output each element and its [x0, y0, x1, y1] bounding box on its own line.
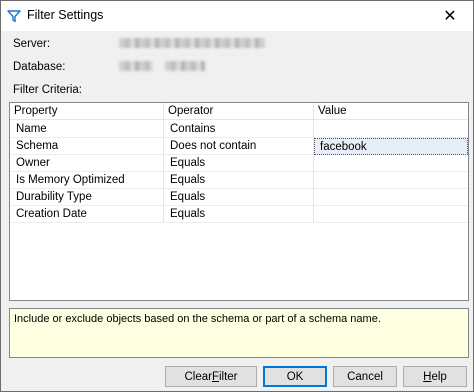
property-cell: Owner — [10, 155, 164, 172]
operator-cell[interactable]: Contains — [164, 121, 314, 138]
cancel-button[interactable]: Cancel — [333, 366, 397, 387]
column-header-value[interactable]: Value — [314, 103, 468, 120]
clear-filter-label-mnemonic: F — [211, 370, 219, 383]
value-cell[interactable] — [314, 155, 468, 172]
server-label: Server: — [13, 38, 51, 50]
help-button[interactable]: Help — [403, 366, 467, 387]
property-cell: Creation Date — [10, 206, 164, 223]
ok-label: OK — [286, 370, 304, 383]
value-cell-selected[interactable]: facebook — [314, 138, 468, 155]
value-cell[interactable] — [314, 172, 468, 189]
cancel-label: Cancel — [347, 370, 383, 383]
column-header-property[interactable]: Property — [10, 103, 164, 120]
property-cell: Name — [10, 121, 164, 138]
dialog-title: Filter Settings — [27, 8, 104, 22]
description-panel: Include or exclude objects based on the … — [9, 308, 469, 358]
table-row[interactable]: Creation Date Equals — [10, 206, 468, 223]
database-value-redacted-part1 — [119, 61, 153, 71]
table-row[interactable]: Durability Type Equals — [10, 189, 468, 206]
table-row[interactable]: Owner Equals — [10, 155, 468, 172]
title-bar: Filter Settings ✕ — [1, 1, 473, 31]
close-icon: ✕ — [443, 8, 457, 25]
description-text: Include or exclude objects based on the … — [14, 313, 381, 325]
operator-cell[interactable]: Equals — [164, 155, 314, 172]
filter-criteria-grid[interactable]: Property Operator Value Name Contains Sc… — [9, 102, 469, 301]
value-cell[interactable] — [314, 206, 468, 223]
server-value-redacted — [119, 38, 265, 48]
close-button[interactable]: ✕ — [427, 1, 473, 31]
property-cell: Is Memory Optimized — [10, 172, 164, 189]
database-label: Database: — [13, 61, 66, 73]
filter-settings-dialog: Filter Settings ✕ Server: Database: Filt… — [0, 0, 474, 392]
clear-filter-button[interactable]: Clear Filter — [165, 366, 257, 387]
grid-header: Property Operator Value — [10, 103, 468, 120]
operator-cell[interactable]: Equals — [164, 206, 314, 223]
help-label-post: elp — [431, 370, 447, 383]
ok-button[interactable]: OK — [263, 366, 327, 387]
filter-criteria-label: Filter Criteria: — [13, 84, 83, 96]
clear-filter-label-post: ilter — [218, 370, 238, 383]
clear-filter-label-pre: Clear — [184, 370, 212, 383]
table-row[interactable]: Name Contains — [10, 121, 468, 138]
database-value-redacted-part2 — [165, 61, 205, 71]
property-cell: Durability Type — [10, 189, 164, 206]
operator-cell[interactable]: Does not contain — [164, 138, 314, 155]
table-row[interactable]: Schema Does not contain facebook — [10, 138, 468, 155]
property-cell: Schema — [10, 138, 164, 155]
filter-funnel-icon — [7, 10, 21, 23]
value-cell[interactable] — [314, 189, 468, 206]
operator-cell[interactable]: Equals — [164, 172, 314, 189]
value-cell[interactable] — [314, 121, 468, 138]
table-row[interactable]: Is Memory Optimized Equals — [10, 172, 468, 189]
operator-cell[interactable]: Equals — [164, 189, 314, 206]
column-header-operator[interactable]: Operator — [164, 103, 314, 120]
help-label-mnemonic: H — [423, 370, 432, 383]
